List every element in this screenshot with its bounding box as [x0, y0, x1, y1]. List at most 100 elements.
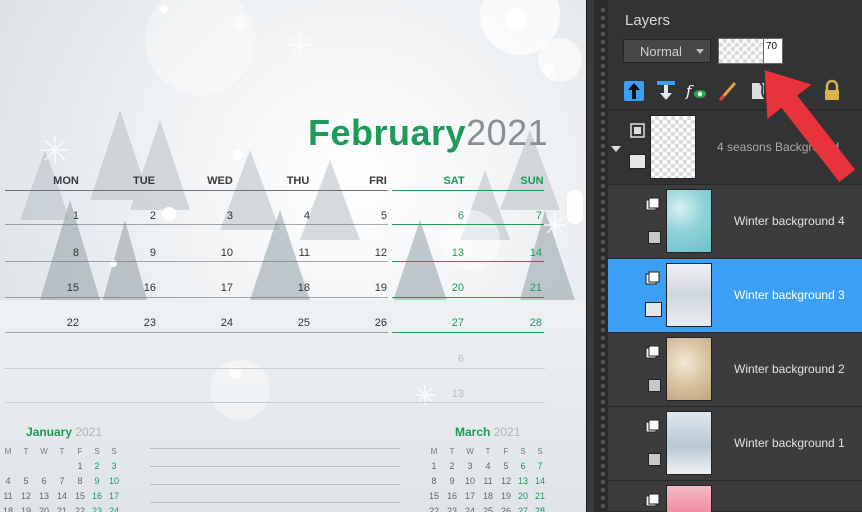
- layer-thumbnail: [666, 337, 712, 401]
- mini-day-cell: 8: [431, 476, 437, 486]
- visibility-checkbox[interactable]: [648, 453, 661, 466]
- mini-day-cell: 21: [56, 506, 67, 512]
- mini-weekday: T: [23, 447, 29, 456]
- move-layer-up-icon[interactable]: [622, 79, 646, 103]
- mini-day-cell: 13: [517, 476, 528, 486]
- layer-row[interactable]: [608, 481, 862, 512]
- grip-dot: [601, 472, 605, 476]
- move-layer-down-icon[interactable]: [654, 79, 678, 103]
- grip-dot: [601, 296, 605, 300]
- grip-dot: [601, 488, 605, 492]
- raster-layer-icon: [645, 197, 660, 211]
- mini-day-cell: 3: [467, 461, 473, 471]
- day-cell: 4: [303, 210, 310, 222]
- mini-day-cell: 26: [500, 506, 511, 512]
- visibility-checkbox[interactable]: [648, 231, 661, 244]
- raster-layer-icon: [645, 419, 660, 433]
- grip-dot: [601, 400, 605, 404]
- grip-dot: [601, 416, 605, 420]
- grip-dot: [601, 160, 605, 164]
- mini-day-cell: 22: [74, 506, 85, 512]
- week-rule-weekend: [392, 297, 544, 298]
- fx-effects-icon[interactable]: f: [684, 79, 708, 103]
- mini-day-cell: 11: [483, 476, 493, 486]
- day-cell: 2: [149, 210, 156, 222]
- week-rule-weekend: [392, 224, 544, 225]
- grip-dot: [601, 56, 605, 60]
- grip-dot: [601, 104, 605, 108]
- layer-row[interactable]: Winter background 1: [608, 407, 862, 481]
- grip-dot: [601, 88, 605, 92]
- grip-dot: [601, 16, 605, 20]
- snowflake-dot: [160, 5, 168, 13]
- mini-day-cell: 16: [91, 491, 102, 501]
- layer-thumbnail: [666, 485, 712, 512]
- mini-day-cell: 11: [3, 491, 13, 501]
- week-rule-weekend: [392, 332, 544, 333]
- mini-weekday: F: [503, 447, 509, 456]
- mini-weekday: T: [59, 447, 65, 456]
- document-canvas[interactable]: February2021 MON TUE WED THU FRI SAT SUN…: [0, 0, 586, 512]
- mini-day-cell: 15: [428, 491, 439, 501]
- grip-dot: [601, 312, 605, 316]
- grip-dot: [601, 384, 605, 388]
- mini-day-cell: 14: [534, 476, 545, 486]
- mini-weekday: W: [40, 447, 48, 456]
- raster-layer-icon: [645, 493, 660, 507]
- day-cell: 28: [529, 317, 542, 329]
- snowflake-dot: [543, 64, 555, 76]
- day-cell: 24: [220, 317, 233, 329]
- header-rule-weekend: [392, 190, 544, 191]
- week-rule: [5, 332, 388, 333]
- day-cell: 14: [529, 247, 542, 259]
- mini-day-cell: 25: [482, 506, 493, 512]
- layer-row[interactable]: Winter background 2: [608, 333, 862, 407]
- snowflake-dot: [567, 190, 583, 224]
- mini-weekday: M: [4, 447, 12, 456]
- note-line: [150, 502, 400, 503]
- mini-day-cell: 8: [77, 476, 83, 486]
- week-rule: [5, 297, 388, 298]
- grip-dot: [601, 136, 605, 140]
- grip-dot: [601, 496, 605, 500]
- eye-icon[interactable]: [629, 154, 646, 169]
- grip-dot: [601, 504, 605, 508]
- mini-day-cell: 4: [485, 461, 491, 471]
- layer-name: Winter background 1: [734, 436, 845, 450]
- grip-dot: [601, 8, 605, 12]
- mini-day-cell: 1: [431, 461, 437, 471]
- grip-dot: [601, 96, 605, 100]
- eye-icon[interactable]: [645, 302, 662, 317]
- weekday-sun: SUN: [520, 175, 544, 187]
- grip-dot: [601, 392, 605, 396]
- day-cell: 9: [149, 247, 156, 259]
- grip-dot: [601, 272, 605, 276]
- paint-brush-icon[interactable]: [716, 79, 740, 103]
- layer-name: Winter background 2: [734, 362, 845, 376]
- snowflake-dot: [233, 150, 243, 160]
- grip-dot: [601, 256, 605, 260]
- mini-day-cell: 23: [91, 506, 102, 512]
- mini-day-cell: 10: [108, 476, 119, 486]
- mini-weekday: F: [77, 447, 83, 456]
- blend-mode-value: Normal: [640, 44, 682, 59]
- blend-mode-dropdown[interactable]: Normal: [623, 39, 711, 63]
- panel-splitter[interactable]: [586, 0, 594, 512]
- mini-weekday: T: [449, 447, 455, 456]
- layer-name: Winter background 3: [734, 288, 845, 302]
- weekday-wed: WED: [207, 175, 233, 187]
- mini-weekday: S: [111, 447, 117, 456]
- layer-row-selected[interactable]: Winter background 3: [608, 259, 862, 333]
- mini-day-cell: 5: [23, 476, 29, 486]
- weekday-fri: FRI: [369, 175, 387, 187]
- grip-dot: [601, 304, 605, 308]
- week-rule: [5, 261, 388, 262]
- visibility-checkbox[interactable]: [648, 379, 661, 392]
- grip-dot: [601, 64, 605, 68]
- note-line: [150, 484, 400, 485]
- chevron-down-icon[interactable]: [611, 146, 621, 152]
- grip-dot: [601, 368, 605, 372]
- day-cell: 7: [535, 210, 542, 222]
- layer-row[interactable]: Winter background 4: [608, 185, 862, 259]
- mini-calendar-title-march: March 2021: [455, 425, 521, 439]
